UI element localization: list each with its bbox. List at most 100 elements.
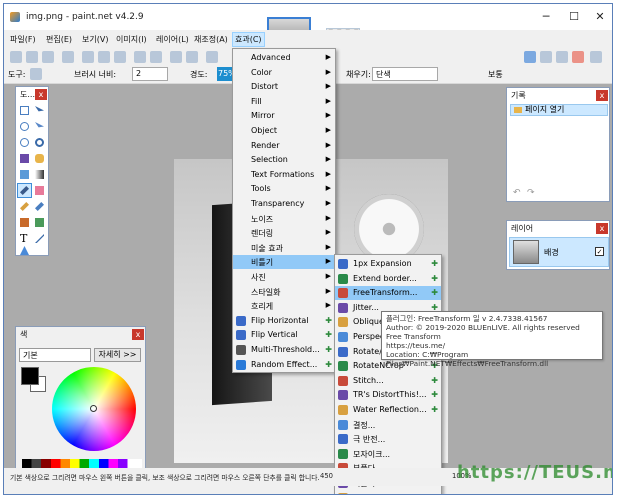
line-tool[interactable] bbox=[33, 232, 46, 245]
tools-toggle-icon[interactable] bbox=[524, 51, 536, 63]
open-icon[interactable] bbox=[26, 51, 38, 63]
effects-menu-item[interactable]: Flip Horizontal ✚ bbox=[233, 314, 335, 328]
history-panel-close[interactable]: x bbox=[596, 90, 608, 101]
recolor-tool[interactable] bbox=[33, 216, 46, 229]
paintbrush-tool[interactable] bbox=[17, 183, 32, 198]
menu-view[interactable]: 보기(V) bbox=[82, 34, 108, 45]
distort-menu-item[interactable]: Extend border... ✚ bbox=[335, 272, 441, 286]
effects-menu-item[interactable]: Flip Vertical ✚ bbox=[233, 328, 335, 342]
effects-menu-item[interactable]: Random Effect... ✚ bbox=[233, 358, 335, 372]
menu-file[interactable]: 파일(F) bbox=[10, 34, 36, 45]
colors-panel-title: 색 bbox=[20, 330, 28, 339]
effect-icon bbox=[338, 448, 348, 459]
effects-menu-item[interactable]: Distort ▶ bbox=[233, 80, 335, 94]
distort-menu-item[interactable]: Water Reflection... ✚ bbox=[335, 403, 441, 417]
redo-icon[interactable] bbox=[186, 51, 198, 63]
effects-menu-item[interactable]: Text Formations ▶ bbox=[233, 168, 335, 182]
distort-menu-item[interactable]: 극 반전... bbox=[335, 432, 441, 446]
magic-wand-tool[interactable] bbox=[18, 152, 31, 165]
primary-color-swatch[interactable] bbox=[21, 367, 39, 385]
effects-menu-item[interactable]: 렌더링 ▶ bbox=[233, 226, 335, 240]
zoom-tool[interactable] bbox=[33, 136, 46, 149]
history-toggle-icon[interactable] bbox=[540, 51, 552, 63]
effects-menu-item[interactable]: 미술 효과 ▶ bbox=[233, 241, 335, 255]
new-icon[interactable] bbox=[10, 51, 22, 63]
effects-menu-item-label: Render bbox=[251, 140, 280, 150]
maximize-button[interactable]: ☐ bbox=[564, 10, 584, 24]
tools-panel-close[interactable]: x bbox=[35, 89, 47, 100]
effects-menu-item[interactable]: Tools ▶ bbox=[233, 182, 335, 196]
effects-menu-item[interactable]: Color ▶ bbox=[233, 66, 335, 80]
copy-icon[interactable] bbox=[98, 51, 110, 63]
effects-menu-item[interactable]: 스타일화 ▶ bbox=[233, 285, 335, 299]
effects-menu-item[interactable]: 흐리게 ▶ bbox=[233, 299, 335, 313]
menu-image[interactable]: 이미지(I) bbox=[116, 34, 147, 45]
effects-menu-item[interactable]: Fill ▶ bbox=[233, 95, 335, 109]
paste-icon[interactable] bbox=[114, 51, 126, 63]
effects-menu-item[interactable]: 사진 ▶ bbox=[233, 270, 335, 284]
fill-select[interactable]: 단색 bbox=[372, 67, 438, 81]
cut-icon[interactable] bbox=[82, 51, 94, 63]
gradient-tool[interactable] bbox=[33, 168, 46, 181]
distort-menu-item[interactable]: FreeTransform... ✚ bbox=[335, 286, 441, 301]
submenu-arrow-icon: ▶ bbox=[325, 67, 331, 76]
color-wheel[interactable] bbox=[52, 367, 136, 451]
colors-panel-close[interactable]: x bbox=[132, 329, 144, 340]
deselect-icon[interactable] bbox=[150, 51, 162, 63]
layers-toggle-icon[interactable] bbox=[556, 51, 568, 63]
print-icon[interactable] bbox=[62, 51, 74, 63]
save-icon[interactable] bbox=[42, 51, 54, 63]
layers-panel-close[interactable]: x bbox=[596, 223, 608, 234]
brush-width-select[interactable]: 2 bbox=[132, 67, 168, 81]
pan-tool[interactable] bbox=[33, 152, 46, 165]
undo-icon[interactable] bbox=[170, 51, 182, 63]
shapes-tool[interactable] bbox=[18, 244, 31, 257]
settings-icon[interactable] bbox=[590, 51, 602, 63]
layer-row-background[interactable]: 배경 ✓ bbox=[509, 237, 609, 267]
menu-layers[interactable]: 레이어(L) bbox=[156, 34, 189, 45]
distort-menu-item[interactable]: Stitch... ✚ bbox=[335, 374, 441, 388]
effects-menu-item[interactable]: Advanced ▶ bbox=[233, 51, 335, 65]
menu-edit[interactable]: 편집(E) bbox=[46, 34, 72, 45]
brush-tool-icon[interactable] bbox=[30, 68, 42, 80]
ellipse-select-tool[interactable] bbox=[18, 136, 31, 149]
effects-menu-item[interactable]: Render ▶ bbox=[233, 139, 335, 153]
undo-history-icon[interactable]: ↶ bbox=[513, 188, 521, 198]
effects-menu-item[interactable]: 비틀기 ▶ bbox=[233, 255, 335, 270]
color-mode-select[interactable]: 기본 bbox=[19, 348, 91, 362]
effects-menu-item[interactable]: Selection ▶ bbox=[233, 153, 335, 167]
layer-visibility-checkbox[interactable]: ✓ bbox=[595, 247, 604, 256]
distort-menu-item[interactable]: 모자이크... bbox=[335, 447, 441, 461]
lasso-tool[interactable] bbox=[18, 120, 31, 133]
paint-bucket-tool[interactable] bbox=[18, 168, 31, 181]
menu-effects[interactable]: 효과(C) bbox=[232, 32, 265, 47]
colors-toggle-icon[interactable] bbox=[572, 51, 584, 63]
move-tool[interactable] bbox=[33, 104, 46, 117]
clone-stamp-tool[interactable] bbox=[18, 216, 31, 229]
effects-menu-item[interactable]: Mirror ▶ bbox=[233, 109, 335, 123]
grid-icon[interactable] bbox=[206, 51, 218, 63]
pencil-tool[interactable] bbox=[18, 200, 31, 213]
redo-history-icon[interactable]: ↷ bbox=[527, 188, 535, 198]
rect-select-tool[interactable] bbox=[18, 104, 31, 117]
crop-icon[interactable] bbox=[134, 51, 146, 63]
minimize-button[interactable]: ─ bbox=[536, 10, 556, 24]
distort-menu-item[interactable]: 결정... bbox=[335, 418, 441, 432]
eraser-tool[interactable] bbox=[33, 184, 46, 197]
effects-menu-item[interactable]: 노이즈 ▶ bbox=[233, 212, 335, 226]
history-item-open-page[interactable]: 페이지 열기 bbox=[510, 104, 608, 116]
effects-menu-item[interactable]: Object ▶ bbox=[233, 124, 335, 138]
effects-menu-item[interactable]: Transparency ▶ bbox=[233, 197, 335, 211]
distort-menu-item[interactable]: 1px Expansion ✚ bbox=[335, 257, 441, 271]
move-selection-tool[interactable] bbox=[33, 120, 46, 133]
color-picker-tool[interactable] bbox=[33, 200, 46, 213]
effects-menu-item[interactable]: Multi-Threshold... ✚ bbox=[233, 343, 335, 357]
blend-mode-select[interactable]: 보통 bbox=[488, 69, 503, 80]
more-colors-button[interactable]: 자세히 >> bbox=[94, 348, 141, 362]
menu-adjustments[interactable]: 재조정(A) bbox=[194, 34, 228, 45]
distort-menu-item[interactable]: 서리로 덮인 유리... bbox=[335, 491, 441, 494]
close-button[interactable]: ✕ bbox=[590, 10, 610, 24]
submenu-arrow-icon: ▶ bbox=[325, 286, 331, 295]
distort-menu-item[interactable]: TR's DistortThis!... ✚ bbox=[335, 388, 441, 402]
color-wheel-cursor[interactable] bbox=[90, 405, 97, 412]
